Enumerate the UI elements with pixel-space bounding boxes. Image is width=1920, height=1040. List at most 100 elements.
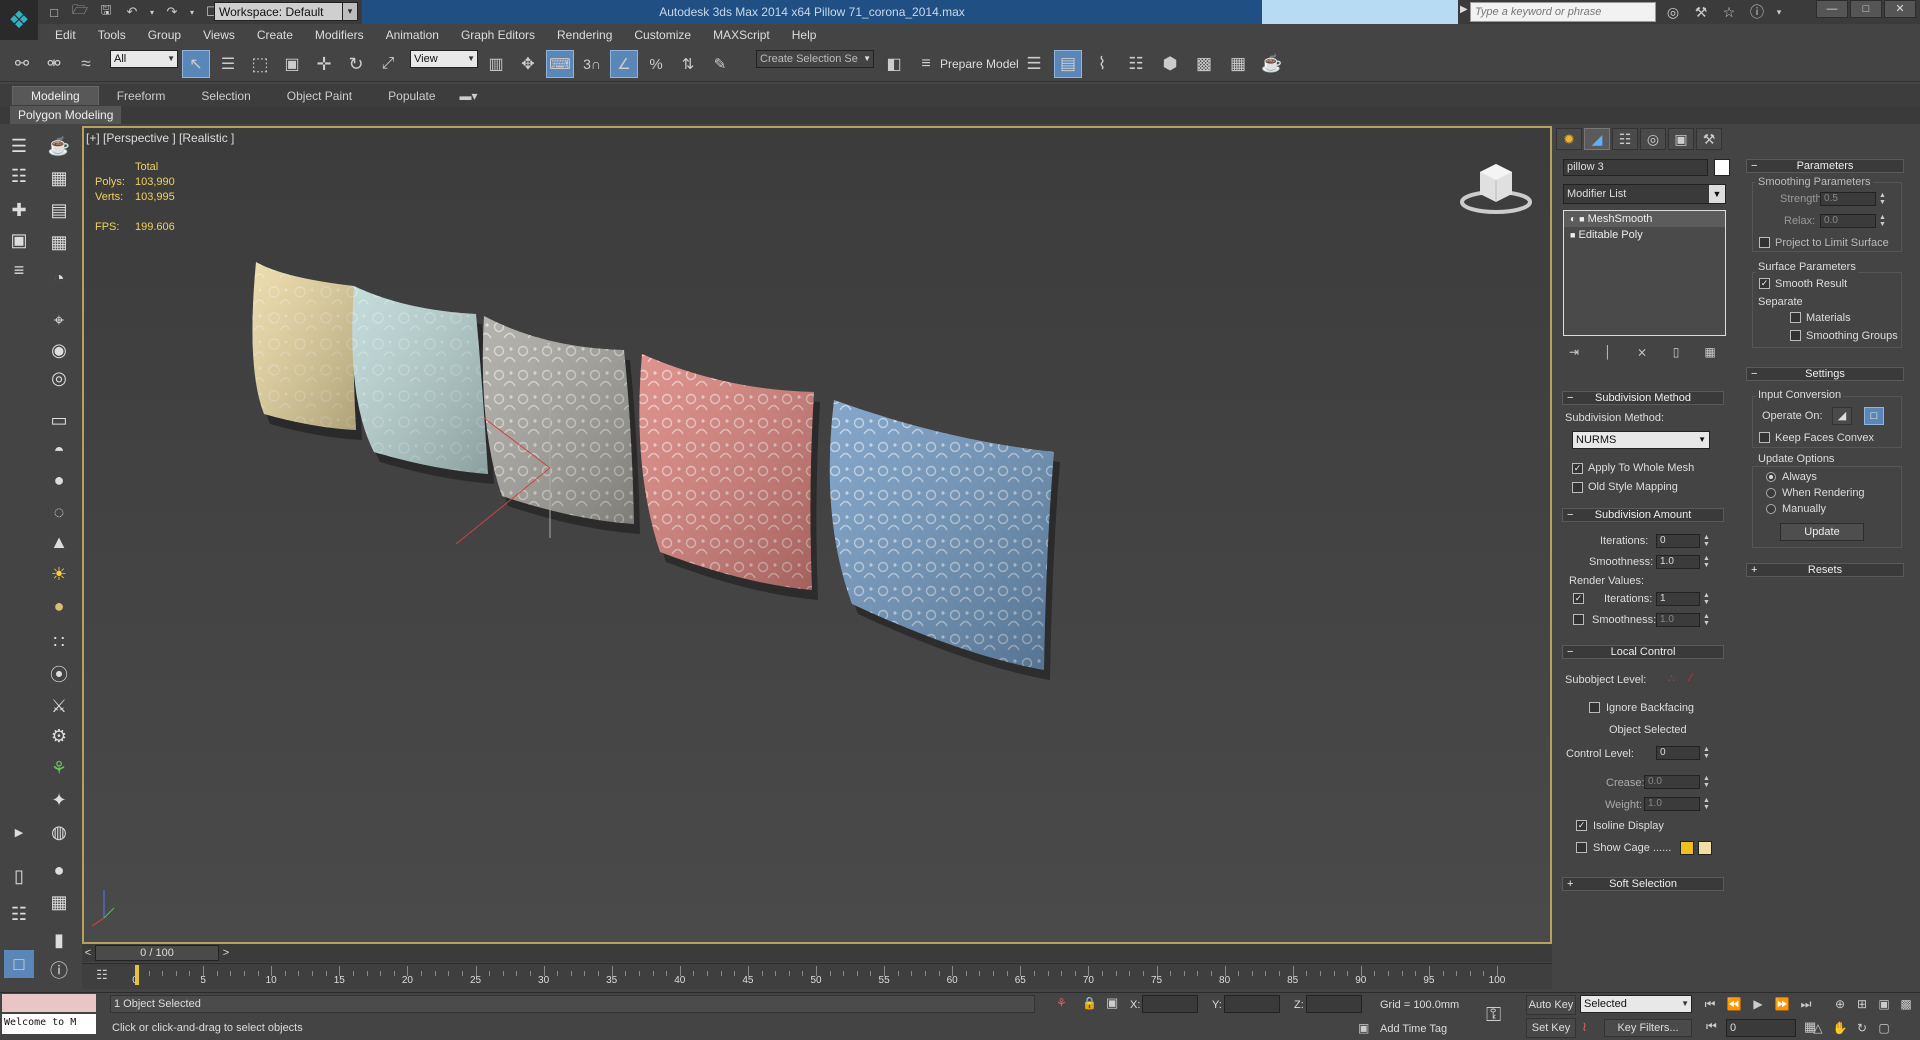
key-icon[interactable]: ⚿ [1486, 1004, 1501, 1027]
move-icon[interactable]: ✛ [310, 50, 338, 78]
ball-icon[interactable]: ● [44, 856, 74, 884]
menu-help[interactable]: Help [781, 25, 828, 45]
abacus-icon[interactable]: ▦ [44, 888, 74, 916]
relax-spinner[interactable]: 0.0 [1820, 214, 1876, 228]
new-file-icon[interactable]: □ [44, 2, 64, 22]
materials-checkbox[interactable] [1790, 312, 1801, 323]
render-iterations-checkbox[interactable]: ✓ [1573, 593, 1584, 604]
expand-box-icon[interactable]: ■ [1579, 214, 1584, 224]
search-arrow-icon[interactable]: ▶ [1460, 4, 1468, 15]
workspace-select[interactable]: Workspace: Default ▾ [214, 2, 358, 21]
workspace-dropdown-button[interactable]: ▾ [342, 2, 358, 21]
time-prev-icon[interactable]: < [82, 945, 94, 961]
object-color-swatch[interactable] [1714, 159, 1730, 176]
redo-dropdown-icon[interactable]: ▾ [188, 2, 196, 22]
select-object-icon[interactable]: ↖ [182, 50, 210, 78]
absolute-mode-icon[interactable]: ▣ [1106, 995, 1118, 1011]
object-name-field[interactable]: pillow 3 [1563, 159, 1708, 176]
smoothing-groups-checkbox[interactable] [1790, 330, 1801, 341]
menu-modifiers[interactable]: Modifiers [304, 25, 375, 45]
menu-tools[interactable]: Tools [87, 25, 137, 45]
hierarchy-tab-icon[interactable]: ☷ [1612, 128, 1638, 150]
expand-arrow-icon[interactable]: ▶ [4, 818, 34, 846]
utilities-tab-icon[interactable]: ⚒ [1696, 128, 1722, 150]
field-of-view-icon[interactable]: △ [1808, 1019, 1828, 1037]
spinner-snap-icon[interactable]: ⇅ [674, 50, 702, 78]
menu-views[interactable]: Views [192, 25, 246, 45]
render-frame-icon[interactable]: ▦ [1224, 50, 1252, 78]
sphere-icon[interactable]: ● [44, 466, 74, 494]
window-crossing-icon[interactable]: ▣ [278, 50, 306, 78]
particles-icon[interactable]: ∷ [44, 628, 74, 656]
cage-color-swatch[interactable] [1680, 841, 1694, 855]
parameters-rollout[interactable]: − Parameters [1746, 159, 1904, 173]
layer-explorer-icon[interactable]: ☰ [4, 132, 34, 160]
isoline-display-checkbox[interactable]: ✓ [1576, 820, 1587, 831]
scale-icon[interactable]: ⤢ [374, 50, 402, 78]
scene-explorer-icon[interactable]: ▤ [1054, 50, 1082, 78]
display-tab-icon[interactable]: ▣ [1668, 128, 1694, 150]
smoothness-spinner[interactable]: 1.0 [1656, 555, 1700, 569]
show-end-result-icon[interactable]: │ [1600, 344, 1616, 360]
create-plus-icon[interactable]: ✚ [4, 196, 34, 224]
binoculars-icon[interactable]: ◎ [1662, 2, 1684, 22]
search-input[interactable]: Type a keyword or phrase [1470, 2, 1656, 22]
show-cage-checkbox[interactable] [1576, 842, 1587, 853]
stack-item-meshsmooth[interactable]: ◐ ■ MeshSmooth [1564, 211, 1725, 227]
expand-box-icon[interactable]: ■ [1570, 230, 1575, 240]
subdivision-method-rollout[interactable]: − Subdivision Method [1562, 391, 1724, 405]
close-icon[interactable]: ✕ [1884, 0, 1916, 18]
local-control-rollout[interactable]: − Local Control [1562, 645, 1724, 659]
x-coord-field[interactable] [1142, 995, 1198, 1013]
crease-spinner[interactable]: 0.0 [1644, 775, 1700, 789]
menu-customize[interactable]: Customize [623, 25, 702, 45]
plant-icon[interactable]: ⚘ [44, 754, 74, 782]
next-frame-icon[interactable]: ⏩ [1772, 995, 1792, 1013]
vertex-level-icon[interactable]: ∴ [1668, 672, 1675, 685]
device-icon[interactable]: ▮ [44, 926, 74, 954]
menu-animation[interactable]: Animation [375, 25, 450, 45]
always-radio[interactable] [1766, 472, 1776, 482]
smooth-result-checkbox[interactable]: ✓ [1759, 278, 1770, 289]
render-iterations-spinner[interactable]: 1 [1656, 592, 1700, 606]
tab-freeform[interactable]: Freeform [99, 87, 184, 105]
isolate-selection-icon[interactable]: ⚘ [1056, 996, 1067, 1010]
pin-stack-icon[interactable]: ⇥ [1566, 344, 1582, 360]
cone-icon[interactable]: ▲ [44, 528, 74, 556]
weight-spinner[interactable]: 1.0 [1644, 797, 1700, 811]
plane-icon[interactable]: ▭ [44, 406, 74, 434]
remove-modifier-icon[interactable]: ▯ [1668, 344, 1684, 360]
biped-icon[interactable]: ⚔ [44, 692, 74, 720]
panel-toggle-icon[interactable]: ▯ [4, 862, 34, 890]
undo-dropdown-icon[interactable]: ▾ [148, 2, 156, 22]
film-camera-icon[interactable]: ◎ [44, 364, 74, 392]
panel-layout-icon[interactable]: ☷ [4, 900, 34, 928]
go-to-start-icon[interactable]: ⏮ [1700, 995, 1720, 1013]
render-teapot-icon[interactable]: ☕ [1258, 50, 1286, 78]
material-editor-icon[interactable]: ⬢ [1156, 50, 1184, 78]
help-icon[interactable]: ⓘ [1746, 2, 1768, 22]
spinner-arrows-icon[interactable]: ▲ ▼ [1702, 797, 1711, 811]
light-bulb-icon[interactable]: ◔ [44, 264, 74, 292]
lock-selection-icon[interactable]: 🔒 [1082, 996, 1097, 1010]
key-mode-icon[interactable]: ≀ [1582, 1019, 1587, 1035]
perspective-viewport[interactable]: z [82, 126, 1552, 944]
play-icon[interactable]: ▶ [1748, 995, 1768, 1013]
spinner-arrows-icon[interactable]: ▲ ▼ [1702, 775, 1711, 789]
dumbbell-icon[interactable]: ⦿ [44, 660, 74, 688]
link-icon[interactable]: ⚯ [8, 50, 36, 78]
angle-snap-icon[interactable]: ∠ [610, 50, 638, 78]
render-smoothness-checkbox[interactable] [1573, 614, 1584, 625]
scene-layers-icon[interactable]: ☷ [4, 162, 34, 190]
spinner-arrows-icon[interactable]: ▲ ▼ [1702, 555, 1711, 569]
update-button[interactable]: Update [1780, 523, 1864, 541]
modifier-stack[interactable]: ◐ ■ MeshSmooth ■ Editable Poly [1563, 210, 1726, 336]
pivot-center-icon[interactable]: ▥ [482, 50, 510, 78]
strength-spinner[interactable]: 0.5 [1820, 192, 1876, 206]
camera-icon[interactable]: ⌖ [44, 306, 74, 334]
apply-whole-mesh-checkbox[interactable]: ✓ [1572, 463, 1583, 474]
viewport-label[interactable]: [+] [Perspective ] [Realistic ] [86, 131, 234, 145]
go-to-end-icon[interactable]: ⏭ [1796, 995, 1816, 1013]
key-filters-button[interactable]: Key Filters... [1604, 1019, 1692, 1037]
select-by-name-icon[interactable]: ☰ [214, 50, 242, 78]
